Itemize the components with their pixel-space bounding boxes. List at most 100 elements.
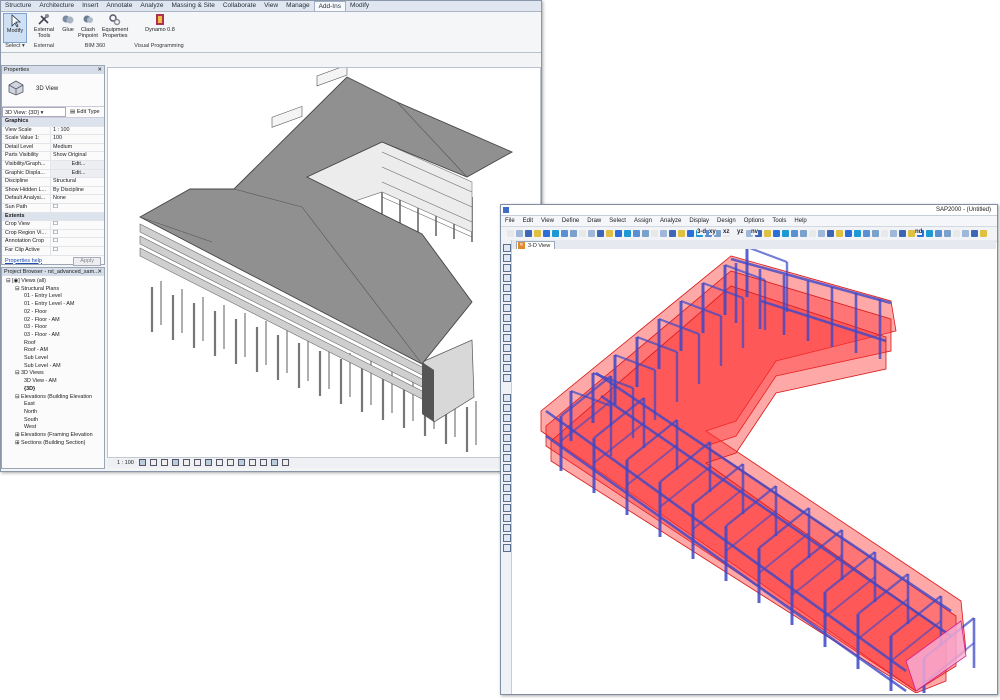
browser-item[interactable]: Sub Level <box>2 355 104 363</box>
type-selector[interactable]: 3D View <box>2 74 104 107</box>
view-yz-button[interactable]: yz <box>737 229 744 235</box>
browser-item[interactable]: {3D} <box>2 386 104 394</box>
draw-tool-icon[interactable] <box>503 274 511 282</box>
menu-display[interactable]: Display <box>685 216 713 226</box>
browser-item[interactable]: 01 - Entry Level <box>2 293 104 301</box>
browser-item[interactable]: ⊞ Elevations (Framing Elevation <box>2 432 104 440</box>
toolbar-icon[interactable] <box>764 230 771 237</box>
browser-item[interactable]: 3D View - AM <box>2 378 104 386</box>
view-control-icon[interactable] <box>172 459 180 467</box>
toolbar-icon[interactable] <box>597 230 604 237</box>
browser-item[interactable]: 03 - Floor <box>2 324 104 332</box>
draw-tool-icon[interactable] <box>503 324 511 332</box>
toolbar-icon[interactable] <box>579 230 586 237</box>
draw-tool-icon[interactable] <box>503 284 511 292</box>
toolbar-icon[interactable] <box>606 230 613 237</box>
toolbar-icon[interactable] <box>953 230 960 237</box>
toolbar-icon[interactable] <box>908 230 915 237</box>
toolbar-icon[interactable] <box>800 230 807 237</box>
browser-item[interactable]: ⊟ [◉] Views (all) <box>2 278 104 286</box>
property-group-header[interactable]: Extents <box>2 212 104 222</box>
draw-tool-icon[interactable] <box>503 494 511 502</box>
draw-tool-icon[interactable] <box>503 464 511 472</box>
browser-item[interactable]: 02 - Floor - AM <box>2 317 104 325</box>
toolbar-icon[interactable] <box>615 230 622 237</box>
view-control-icon[interactable] <box>216 459 224 467</box>
toolbar-icon[interactable] <box>570 230 577 237</box>
toolbar-icon[interactable] <box>678 230 685 237</box>
toolbar-icon[interactable] <box>552 230 559 237</box>
toolbar-icon[interactable] <box>836 230 843 237</box>
tab-collaborate[interactable]: Collaborate <box>219 1 260 11</box>
view-control-icon[interactable] <box>282 459 290 467</box>
close-icon[interactable]: ✕ <box>97 66 102 74</box>
toolbar-icon[interactable] <box>525 230 532 237</box>
modify-button[interactable]: Modify <box>3 13 27 43</box>
property-value[interactable]: None <box>51 195 104 203</box>
tab-manage[interactable]: Manage <box>282 1 314 11</box>
toolbar-icon[interactable] <box>944 230 951 237</box>
draw-tool-icon[interactable] <box>503 524 511 532</box>
toolbar-icon[interactable] <box>827 230 834 237</box>
view-selector-dropdown[interactable]: 3D View: {3D} ▾ <box>2 107 66 117</box>
draw-tool-icon[interactable] <box>503 504 511 512</box>
properties-help-link[interactable]: Properties help <box>2 258 42 264</box>
property-value[interactable]: Structural <box>51 178 104 186</box>
toolbar-icon[interactable] <box>845 230 852 237</box>
toolbar-icon[interactable] <box>516 230 523 237</box>
toolbar-icon[interactable] <box>881 230 888 237</box>
browser-item[interactable]: North <box>2 409 104 417</box>
sap-3d-viewport[interactable] <box>512 245 996 700</box>
menu-design[interactable]: Design <box>713 216 740 226</box>
property-value[interactable]: 1 : 100 <box>51 127 104 135</box>
draw-tool-icon[interactable] <box>503 484 511 492</box>
draw-tool-icon[interactable] <box>503 434 511 442</box>
draw-tool-icon[interactable] <box>503 334 511 342</box>
toolbar-icon[interactable] <box>782 230 789 237</box>
glue-button[interactable]: Glue <box>59 13 77 33</box>
browser-item[interactable]: 03 - Floor - AM <box>2 332 104 340</box>
view-control-icon[interactable] <box>194 459 202 467</box>
revit-3d-viewport[interactable] <box>107 64 541 459</box>
property-value[interactable]: By Discipline <box>51 187 104 195</box>
toolbar-icon[interactable] <box>890 230 897 237</box>
browser-item[interactable]: South <box>2 417 104 425</box>
draw-tool-icon[interactable] <box>503 474 511 482</box>
toolbar-icon[interactable] <box>660 230 667 237</box>
menu-view[interactable]: View <box>537 216 558 226</box>
property-value[interactable]: ☐ <box>51 221 104 229</box>
tab-analyze[interactable]: Analyze <box>136 1 167 11</box>
toolbar-icon[interactable] <box>854 230 861 237</box>
view-control-icon[interactable] <box>227 459 235 467</box>
draw-tool-icon[interactable] <box>503 424 511 432</box>
toolbar-icon[interactable] <box>561 230 568 237</box>
tab-add-ins[interactable]: Add-Ins <box>313 1 346 11</box>
draw-tool-icon[interactable] <box>503 544 511 552</box>
toolbar-icon[interactable] <box>651 230 658 237</box>
draw-tool-icon[interactable] <box>503 374 511 382</box>
property-value[interactable]: Show Original <box>51 152 104 160</box>
toolbar-icon[interactable] <box>507 230 514 237</box>
view-control-icon[interactable] <box>150 459 158 467</box>
browser-item[interactable]: ⊞ Sections (Building Section) <box>2 440 104 448</box>
toolbar-icon[interactable] <box>773 230 780 237</box>
draw-tool-icon[interactable] <box>503 414 511 422</box>
view-control-icon[interactable] <box>271 459 279 467</box>
view-xy-button[interactable]: xy <box>709 229 716 235</box>
browser-item[interactable]: ⊟ Elevations (Building Elevation <box>2 394 104 402</box>
toolbar-icon[interactable] <box>971 230 978 237</box>
draw-tool-icon[interactable] <box>503 444 511 452</box>
toolbar-icon[interactable] <box>624 230 631 237</box>
clash-pinpoint-button[interactable]: Clash Pinpoint <box>77 13 99 39</box>
tab-massing-site[interactable]: Massing & Site <box>167 1 218 11</box>
toolbar-icon[interactable] <box>899 230 906 237</box>
tab-annotate[interactable]: Annotate <box>102 1 136 11</box>
draw-tool-icon[interactable] <box>503 244 511 252</box>
toolbar-icon[interactable] <box>534 230 541 237</box>
draw-tool-icon[interactable] <box>503 514 511 522</box>
view-control-icon[interactable] <box>183 459 191 467</box>
browser-item[interactable]: West <box>2 424 104 432</box>
toolbar-icon[interactable] <box>935 230 942 237</box>
property-value[interactable]: Edit... <box>51 160 104 169</box>
external-tools-button[interactable]: External Tools <box>31 13 57 39</box>
